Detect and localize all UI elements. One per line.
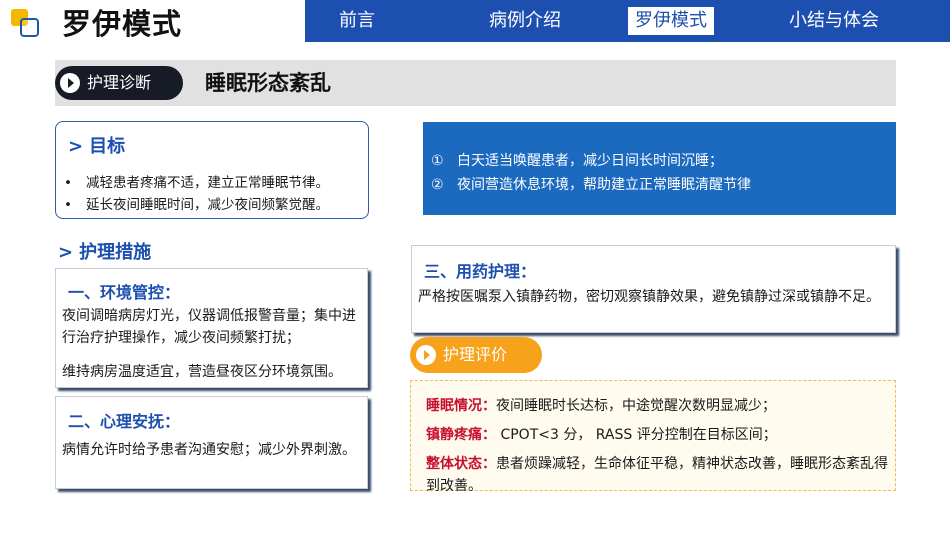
evaluation-text: 夜间睡眠时长达标，中途觉醒次数明显减少； <box>496 398 776 414</box>
play-circle-icon <box>60 73 80 93</box>
goal-list: • 减轻患者疼痛不适，建立正常睡眠节律。 • 延长夜间睡眠时间，减少夜间频繁觉醒。 <box>64 172 329 216</box>
diagnosis-pill-label: 护理诊断 <box>87 73 152 92</box>
logo-mark <box>8 6 44 42</box>
goal-heading: > 目标 <box>68 132 125 158</box>
evaluation-text: CPOT<3 分， RASS 评分控制在目标区间； <box>496 427 777 443</box>
play-circle-icon <box>416 345 436 365</box>
evaluation-label: 整体状态： <box>426 456 496 472</box>
medication-card-title: 三、用药护理： <box>424 262 537 281</box>
medication-card-text: 严格按医嘱泵入镇静药物，密切观察镇静效果，避免镇静过深或镇静不足。 <box>418 289 880 305</box>
bullet-icon: • <box>64 175 72 191</box>
evaluation-pill: 护理评价 <box>410 337 542 373</box>
chevron-right-icon: > <box>58 242 74 263</box>
environment-card-title: 一、环境管控： <box>68 283 181 302</box>
diagnosis-title: 睡眠形态紊乱 <box>205 71 331 95</box>
psychological-card: 二、心理安抚： 病情允许时给予患者沟通安慰；减少外界刺激。 <box>55 396 368 489</box>
diagnosis-pill: 护理诊断 <box>55 66 183 100</box>
medication-card: 三、用药护理： 严格按医嘱泵入镇静药物，密切观察镇静效果，避免镇静过深或镇静不足… <box>411 245 896 333</box>
item-text: 白天适当唤醒患者，减少日间长时间沉睡； <box>457 153 723 169</box>
evaluation-text: 患者烦躁减轻，生命体征平稳，精神状态改善，睡眠形态紊乱得到改善。 <box>426 456 888 494</box>
list-item: • 延长夜间睡眠时间，减少夜间频繁觉醒。 <box>64 194 329 216</box>
environment-card: 一、环境管控： 夜间调暗病房灯光，仪器调低报警音量；集中进行治疗护理操作，减少夜… <box>55 268 368 388</box>
goal-item-text: 减轻患者疼痛不适，建立正常睡眠节律。 <box>86 175 329 191</box>
evaluation-box: 睡眠情况：夜间睡眠时长达标，中途觉醒次数明显减少； 镇静疼痛： CPOT<3 分… <box>410 380 896 494</box>
evaluation-row: 整体状态：患者烦躁减轻，生命体征平稳，精神状态改善，睡眠形态紊乱得到改善。 <box>426 453 895 497</box>
goal-heading-text: 目标 <box>89 136 126 157</box>
logo-square-blue <box>20 18 39 37</box>
intervention-info-box: ① 白天适当唤醒患者，减少日间长时间沉睡； ② 夜间营造休息环境，帮助建立正常睡眠清… <box>423 122 896 215</box>
tab-case-intro[interactable]: 病例介绍 <box>482 7 568 35</box>
bullet-icon: • <box>64 197 72 213</box>
item-number: ② <box>431 177 444 193</box>
list-item: ① 白天适当唤醒患者，减少日间长时间沉睡； <box>431 149 896 173</box>
item-number: ① <box>431 153 444 169</box>
chevron-right-icon: > <box>68 136 84 157</box>
evaluation-row: 睡眠情况：夜间睡眠时长达标，中途觉醒次数明显减少； <box>426 392 895 421</box>
measures-heading-text: 护理措施 <box>79 242 152 263</box>
goal-box: > 目标 • 减轻患者疼痛不适，建立正常睡眠节律。 • 延长夜间睡眠时间，减少夜间频繁… <box>55 121 369 219</box>
evaluation-row: 镇静疼痛： CPOT<3 分， RASS 评分控制在目标区间； <box>426 421 895 450</box>
item-text: 夜间营造休息环境，帮助建立正常睡眠清醒节律 <box>457 177 751 193</box>
evaluation-label: 睡眠情况： <box>426 398 496 414</box>
page-title: 罗伊模式 <box>62 7 183 41</box>
evaluation-label: 镇静疼痛： <box>426 427 496 443</box>
psychological-card-title: 二、心理安抚： <box>68 412 181 431</box>
evaluation-pill-label: 护理评价 <box>443 345 508 364</box>
tab-summary[interactable]: 小结与体会 <box>782 7 886 35</box>
psychological-card-text: 病情允许时给予患者沟通安慰；减少外界刺激。 <box>62 442 356 458</box>
list-item: • 减轻患者疼痛不适，建立正常睡眠节律。 <box>64 172 329 194</box>
environment-card-text-2: 维持病房温度适宜，营造昼夜区分环境氛围。 <box>62 364 342 380</box>
measures-heading: > 护理措施 <box>58 238 151 264</box>
goal-item-text: 延长夜间睡眠时间，减少夜间频繁觉醒。 <box>86 197 329 213</box>
top-nav: 前言 病例介绍 罗伊模式 小结与体会 <box>305 0 950 42</box>
tab-preface[interactable]: 前言 <box>332 7 382 35</box>
list-item: ② 夜间营造休息环境，帮助建立正常睡眠清醒节律 <box>431 173 896 197</box>
environment-card-text: 夜间调暗病房灯光，仪器调低报警音量；集中进行治疗护理操作，减少夜间频繁打扰； <box>62 308 356 346</box>
tab-roy-model[interactable]: 罗伊模式 <box>628 7 714 35</box>
